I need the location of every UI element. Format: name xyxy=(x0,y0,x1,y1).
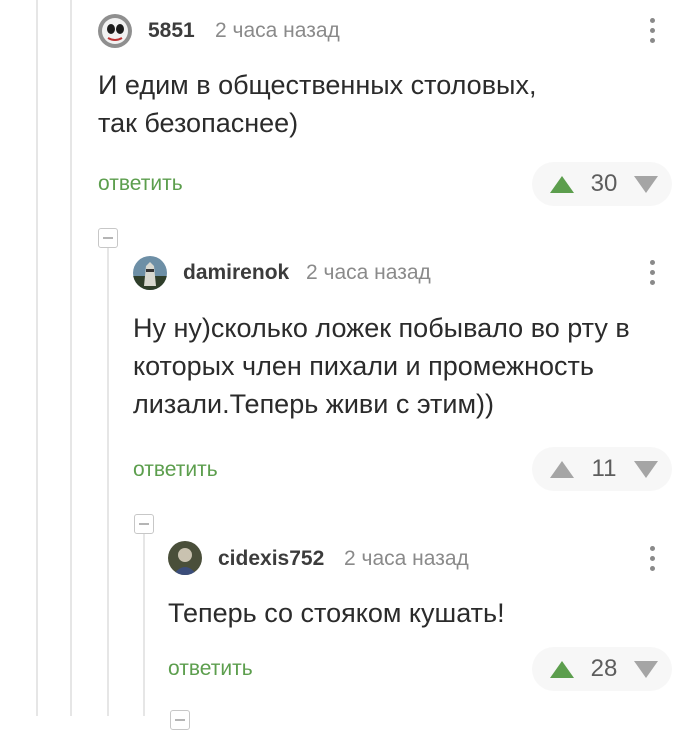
comment-text: Теперь со стояком кушать! xyxy=(168,594,505,632)
timestamp: 2 часа назад xyxy=(215,19,340,42)
user-avatar-icon[interactable] xyxy=(133,256,167,290)
username[interactable]: 5851 xyxy=(148,19,195,43)
thread-line xyxy=(143,532,145,716)
upvote-arrow-icon[interactable] xyxy=(550,175,574,193)
comment-text-line: которых член пихали и промежность xyxy=(133,351,594,381)
rating-control: 30 xyxy=(532,162,672,206)
timestamp: 2 часа назад xyxy=(344,547,469,570)
collapse-thread-button[interactable] xyxy=(170,710,190,730)
comment-text-line: Ну ну)сколько ложек побывало во рту в xyxy=(133,313,630,343)
rating-control: 11 xyxy=(532,447,672,491)
upvote-arrow-icon[interactable] xyxy=(550,660,574,678)
thread-line xyxy=(70,0,72,716)
rating-score: 28 xyxy=(590,655,618,682)
comment-text-line: И едим в общественных столовых, xyxy=(98,70,537,100)
thread-line xyxy=(36,0,38,716)
comment-text-line: Теперь со стояком кушать! xyxy=(168,598,505,628)
comment-text-line: так безопаснее) xyxy=(98,108,299,138)
comment-text-line: лизали.Теперь живи с этим)) xyxy=(133,389,495,419)
username[interactable]: damirenok xyxy=(183,261,289,285)
timestamp: 2 часа назад xyxy=(306,261,431,284)
reply-link[interactable]: ответить xyxy=(98,172,183,196)
upvote-arrow-icon[interactable] xyxy=(550,460,574,478)
downvote-arrow-icon[interactable] xyxy=(633,660,658,678)
downvote-arrow-icon[interactable] xyxy=(633,460,658,478)
collapse-thread-button[interactable] xyxy=(98,228,118,248)
reply-link[interactable]: ответить xyxy=(133,458,218,482)
reply-link[interactable]: ответить xyxy=(168,657,253,681)
more-options-icon[interactable] xyxy=(640,10,664,50)
comment-text: И едим в общественных столовых, так безо… xyxy=(98,66,536,142)
rating-score: 11 xyxy=(591,455,617,482)
username[interactable]: cidexis752 xyxy=(218,547,324,571)
more-options-icon[interactable] xyxy=(640,252,664,292)
downvote-arrow-icon[interactable] xyxy=(633,175,658,193)
comment-text: Ну ну)сколько ложек побывало во рту в ко… xyxy=(133,309,630,423)
collapse-thread-button[interactable] xyxy=(134,514,154,534)
rating-control: 28 xyxy=(532,647,672,691)
rating-score: 30 xyxy=(590,170,618,197)
more-options-icon[interactable] xyxy=(640,538,664,578)
user-avatar-icon[interactable] xyxy=(98,14,132,48)
user-avatar-icon[interactable] xyxy=(168,541,202,575)
thread-line xyxy=(107,248,109,716)
